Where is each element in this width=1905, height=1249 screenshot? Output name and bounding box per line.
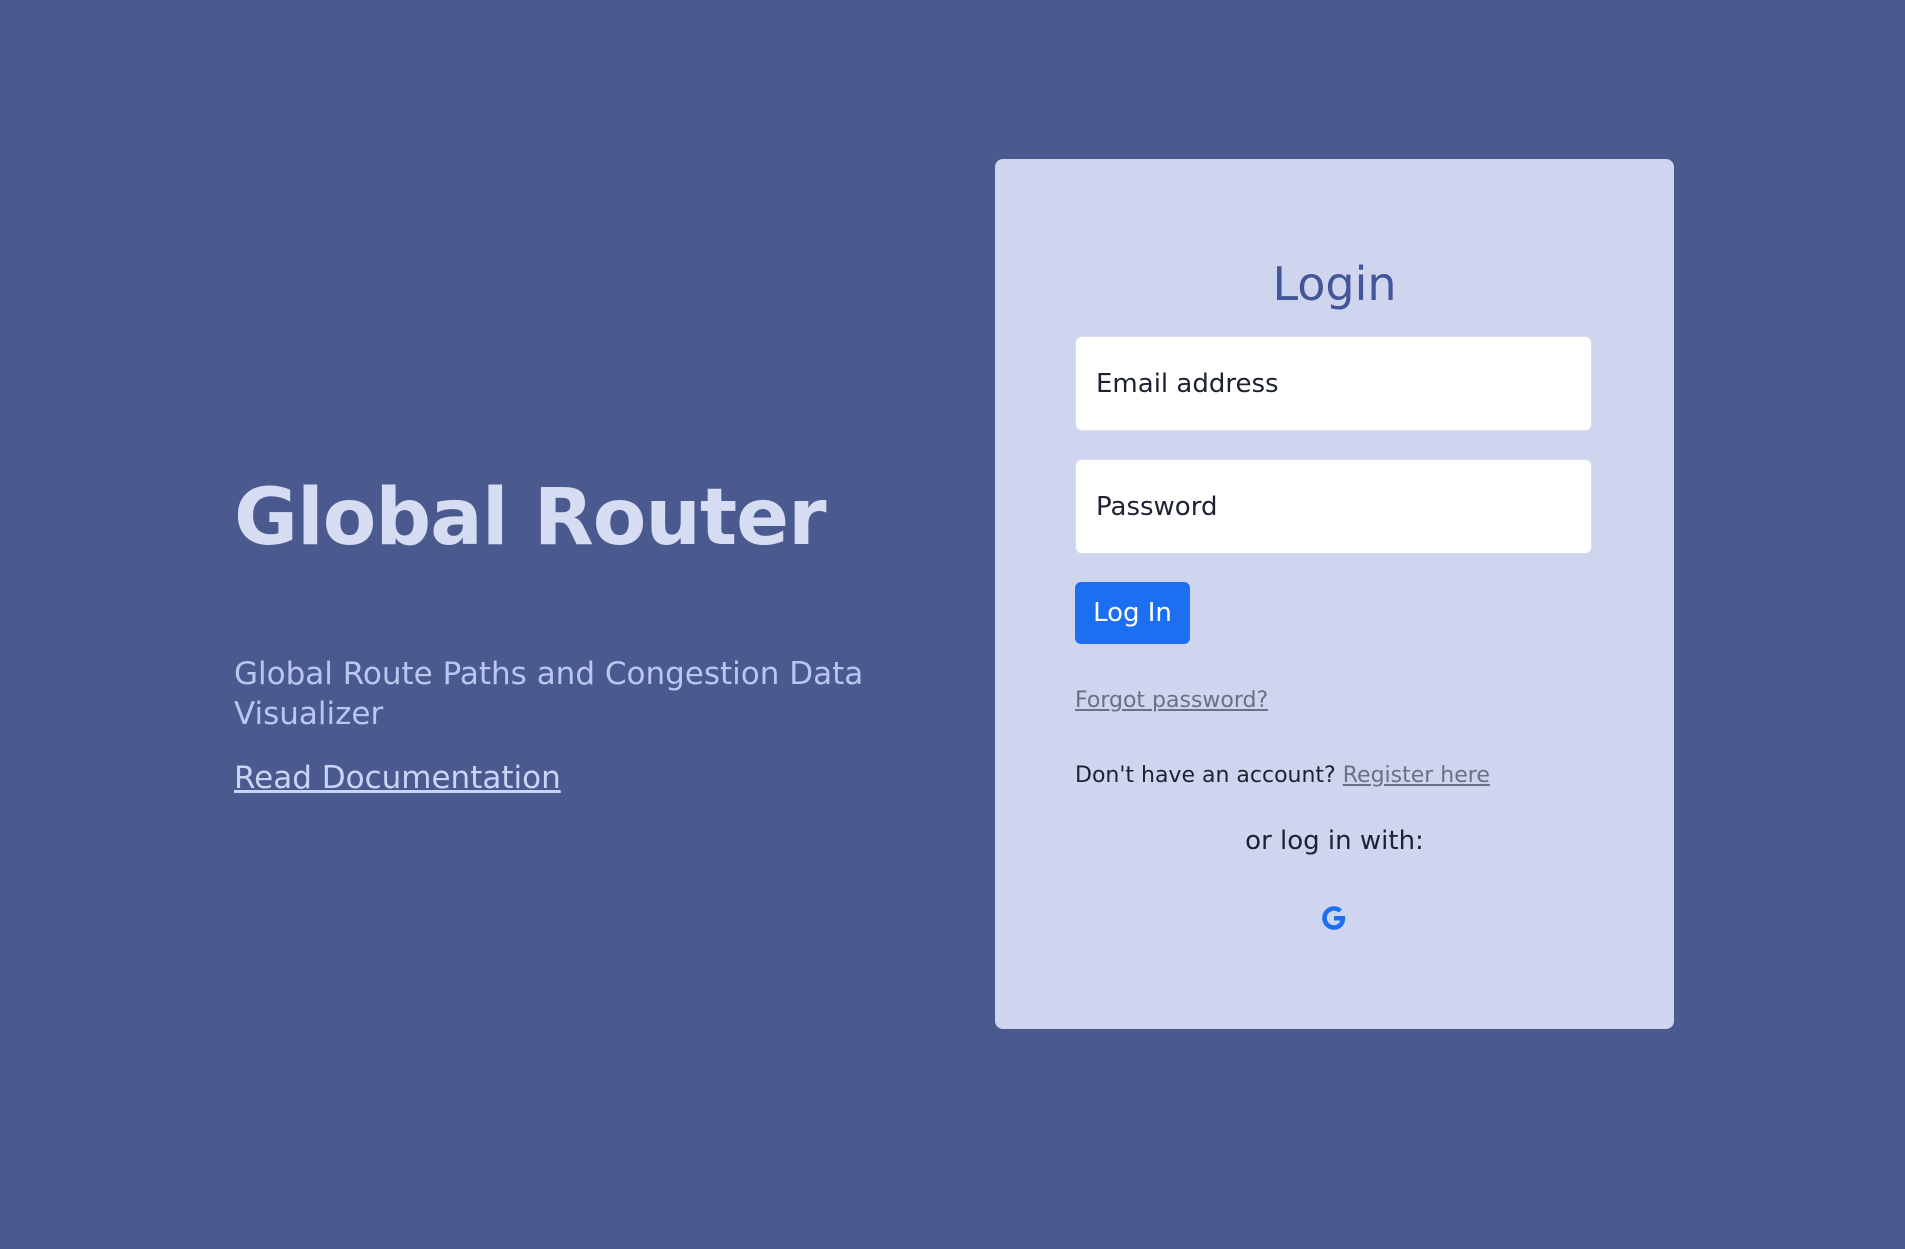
hero-section: Global Router Global Route Paths and Con… (234, 470, 874, 798)
google-login-button[interactable] (1318, 902, 1350, 934)
register-prompt: Don't have an account? Register here (1075, 763, 1490, 788)
log-in-button[interactable]: Log In (1075, 582, 1190, 644)
app-subtitle: Global Route Paths and Congestion Data V… (234, 656, 864, 732)
register-link[interactable]: Register here (1343, 763, 1490, 788)
password-field[interactable]: Password (1075, 459, 1592, 554)
forgot-password-link[interactable]: Forgot password? (1075, 688, 1268, 713)
read-documentation-link[interactable]: Read Documentation (234, 758, 561, 798)
email-field[interactable]: Email address (1075, 336, 1592, 431)
login-title: Login (1272, 257, 1397, 311)
google-icon (1322, 906, 1346, 930)
password-field-label: Password (1096, 491, 1218, 522)
alt-login-text: or log in with: (1245, 826, 1424, 856)
email-field-label: Email address (1096, 368, 1279, 399)
app-title: Global Router (234, 473, 827, 563)
no-account-text: Don't have an account? (1075, 763, 1336, 788)
